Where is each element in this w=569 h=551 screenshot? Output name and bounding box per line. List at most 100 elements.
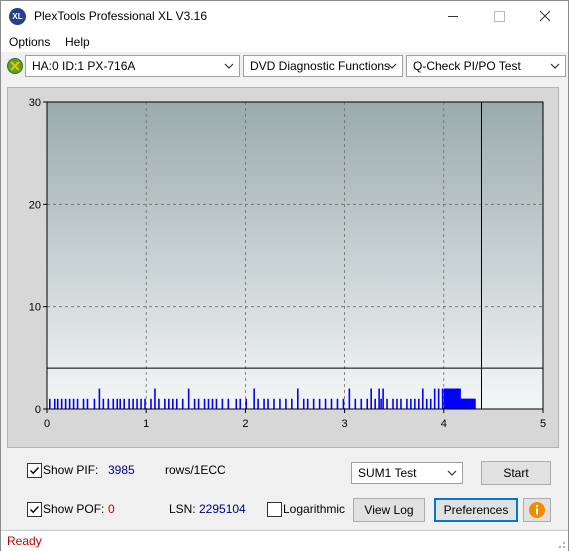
data-bar	[53, 398, 56, 409]
pif-value: 3985	[108, 463, 135, 477]
data-bar	[302, 398, 305, 409]
function-select[interactable]: DVD Diagnostic Functions	[243, 55, 403, 77]
data-bar	[56, 398, 59, 409]
data-bar	[140, 398, 142, 409]
x-tick-label: 0	[44, 418, 50, 430]
checkmark-icon	[30, 506, 40, 514]
data-bar	[414, 398, 416, 409]
preferences-button[interactable]: Preferences	[434, 498, 518, 522]
x-tick-label: 4	[441, 418, 447, 430]
minimize-button[interactable]	[430, 1, 476, 32]
data-bar	[279, 398, 281, 409]
function-select-value: DVD Diagnostic Functions	[250, 59, 391, 73]
data-bar	[267, 398, 269, 409]
pof-value: 0	[108, 502, 115, 516]
close-icon	[539, 10, 551, 22]
data-bar	[197, 398, 200, 409]
data-bar	[203, 398, 206, 409]
data-bar	[123, 398, 125, 409]
toolbar: HA:0 ID:1 PX-716A DVD Diagnostic Functio…	[1, 52, 568, 81]
data-bar	[406, 398, 408, 409]
data-bar	[181, 398, 184, 409]
data-bar	[215, 398, 218, 409]
data-bar	[253, 388, 255, 409]
start-button[interactable]: Start	[481, 461, 551, 485]
data-bar	[60, 398, 63, 409]
data-bar	[98, 388, 101, 409]
data-bar	[150, 398, 152, 409]
data-bar	[76, 398, 79, 409]
sum-test-select-value: SUM1 Test	[358, 466, 417, 480]
app-window: XL PlexTools Professional XL V3.16 Optio…	[0, 0, 569, 551]
view-log-button[interactable]: View Log	[353, 498, 425, 522]
data-bar	[193, 398, 196, 409]
data-bar	[164, 398, 166, 409]
data-bar	[64, 398, 67, 409]
data-bar	[245, 398, 247, 409]
y-tick-label: 0	[35, 404, 41, 416]
show-pif-checkbox[interactable]	[27, 463, 42, 478]
data-bar	[211, 398, 214, 409]
data-bar	[336, 398, 339, 409]
pif-unit: rows/1ECC	[165, 463, 226, 477]
info-icon	[529, 502, 545, 518]
plot-background	[47, 102, 543, 409]
data-bar	[366, 398, 369, 409]
data-bar	[324, 398, 327, 409]
show-pof-label: Show POF:	[43, 502, 105, 516]
pif-chart: 0 1 2 3 4 5 0 10 20 30	[29, 97, 546, 430]
app-logo-icon: XL	[9, 8, 26, 25]
show-pif-label: Show PIF:	[43, 463, 99, 477]
data-bar	[342, 398, 345, 409]
y-tick-label: 20	[29, 199, 41, 211]
menu-help[interactable]: Help	[65, 35, 90, 49]
data-bar	[158, 398, 160, 409]
data-bar	[221, 398, 224, 409]
data-bar	[386, 398, 388, 409]
data-bar	[154, 388, 156, 409]
data-bar	[257, 398, 259, 409]
data-bar	[168, 398, 170, 409]
maximize-button[interactable]	[476, 1, 522, 32]
data-bar	[187, 388, 190, 409]
x-tick-label: 1	[143, 418, 149, 430]
x-tick-label: 3	[342, 418, 348, 430]
chevron-down-icon	[387, 63, 397, 69]
resize-grip-icon[interactable]	[556, 539, 566, 549]
data-bar	[128, 398, 130, 409]
data-bar	[227, 398, 230, 409]
data-bar	[239, 398, 242, 409]
data-bar	[72, 398, 75, 409]
data-bar	[107, 398, 110, 409]
data-bar	[86, 398, 89, 409]
test-select[interactable]: Q-Check PI/PO Test	[406, 55, 566, 77]
chart-panel: 0 1 2 3 4 5 0 10 20 30	[7, 87, 559, 448]
data-bar	[348, 388, 351, 409]
lsn-value: 2295104	[199, 502, 246, 516]
data-bar	[296, 388, 299, 409]
title-bar[interactable]: XL PlexTools Professional XL V3.16	[1, 1, 568, 32]
drive-select[interactable]: HA:0 ID:1 PX-716A	[25, 55, 240, 77]
data-bar	[380, 398, 382, 409]
data-bar	[396, 398, 398, 409]
x-tick-label: 2	[242, 418, 248, 430]
data-bar	[418, 398, 420, 409]
sum-test-select[interactable]: SUM1 Test	[351, 462, 463, 484]
data-bar	[171, 398, 174, 409]
menu-options[interactable]: Options	[9, 35, 50, 49]
info-button[interactable]	[523, 498, 551, 522]
data-bar	[429, 398, 432, 409]
close-button[interactable]	[522, 1, 568, 32]
data-bar	[318, 398, 321, 409]
drive-status-icon	[7, 58, 23, 74]
data-bar	[93, 398, 96, 409]
data-bar	[425, 398, 428, 409]
logarithmic-checkbox[interactable]	[267, 502, 282, 517]
y-tick-label: 30	[29, 97, 41, 109]
data-bar	[82, 398, 85, 409]
data-bar	[273, 398, 275, 409]
data-bar	[330, 398, 333, 409]
data-bar	[441, 388, 444, 409]
show-pof-checkbox[interactable]	[27, 502, 42, 517]
data-bar	[378, 388, 380, 409]
